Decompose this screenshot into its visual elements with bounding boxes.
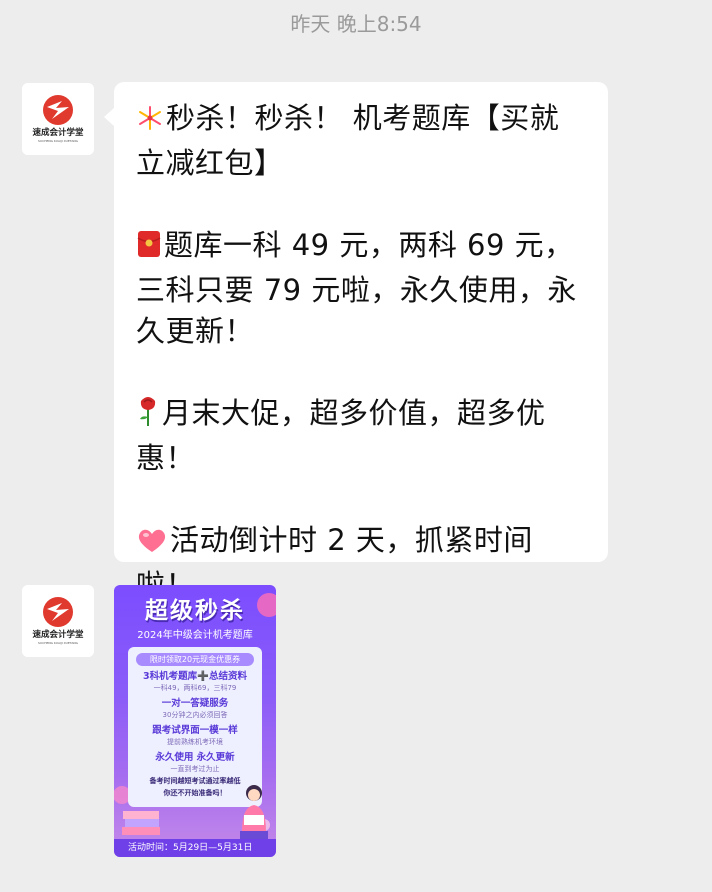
message-paragraph-2: 题库一科 49 元，两科 69 元，三科只要 79 元啦，永久使用，永久更新！ [136, 225, 586, 352]
sucheng-logo-icon: 速成会计学堂 SUCHENG KUAIJI XUETANG [22, 585, 94, 657]
student-illustration-icon [240, 785, 268, 839]
poster-prices: 一科49，两科69，三科79 [153, 684, 237, 692]
poster-forever-note: 一直到考过为止 [170, 765, 220, 773]
sender-avatar[interactable]: 速成会计学堂 SUCHENG KUAIJI XUETANG [22, 83, 94, 155]
message-line-2: 题库一科 49 元，两科 69 元，三科只要 79 元啦，永久使用，永久更新！ [136, 228, 577, 348]
message-timestamp: 昨天 晚上8:54 [290, 12, 422, 36]
message-bubble[interactable]: 秒杀！秒杀！ 机考题库【买就立减红包】 题库一科 49 元，两科 69 元，三科… [104, 82, 608, 602]
poster-forever: 永久使用 永久更新 [155, 752, 235, 763]
message-line-3: 月末大促，超多价值，超多优惠！ [136, 396, 546, 475]
poster-offer: 3科机考题库➕总结资料 [143, 671, 247, 682]
poster-coupon: 限时领取20元现金优惠券 [136, 653, 254, 666]
message-paragraph-1: 秒杀！秒杀！ 机考题库【买就立减红包】 [136, 98, 586, 184]
poster-activity-period: 活动时间：5月29日—5月31日 [114, 839, 276, 857]
logo-subtext: SUCHENG KUAIJI XUETANG [38, 641, 79, 645]
logo-text: 速成会计学堂 [32, 629, 84, 640]
books-icon [122, 811, 160, 835]
sender-avatar-2[interactable]: 速成会计学堂 SUCHENG KUAIJI XUETANG [22, 585, 94, 657]
logo-text: 速成会计学堂 [32, 127, 84, 138]
poster-subtitle: 2024年中级会计机考题库 [137, 630, 253, 641]
rose-icon [136, 395, 160, 438]
poster-title: 超级秒杀 [145, 598, 245, 624]
fireworks-icon [136, 102, 164, 143]
promo-poster-image[interactable]: 超级秒杀 2024年中级会计机考题库 限时领取20元现金优惠券 3科机考题库➕总… [114, 585, 276, 857]
poster-interface: 跟考试界面一模一样 [152, 725, 238, 736]
poster-interface-note: 提前熟练机考环境 [167, 738, 223, 746]
logo-subtext: SUCHENG KUAIJI XUETANG [38, 139, 79, 143]
message-paragraph-3: 月末大促，超多价值，超多优惠！ [136, 393, 586, 479]
sucheng-logo-icon: 速成会计学堂 SUCHENG KUAIJI XUETANG [22, 83, 94, 155]
heart-icon [136, 524, 168, 565]
poster-service: 一对一答疑服务 [161, 698, 229, 709]
message-line-1: 秒杀！秒杀！ 机考题库【买就立减红包】 [136, 101, 560, 180]
red-envelope-icon [136, 229, 162, 270]
poster-service-note: 30分钟之内必须回答 [162, 711, 228, 719]
